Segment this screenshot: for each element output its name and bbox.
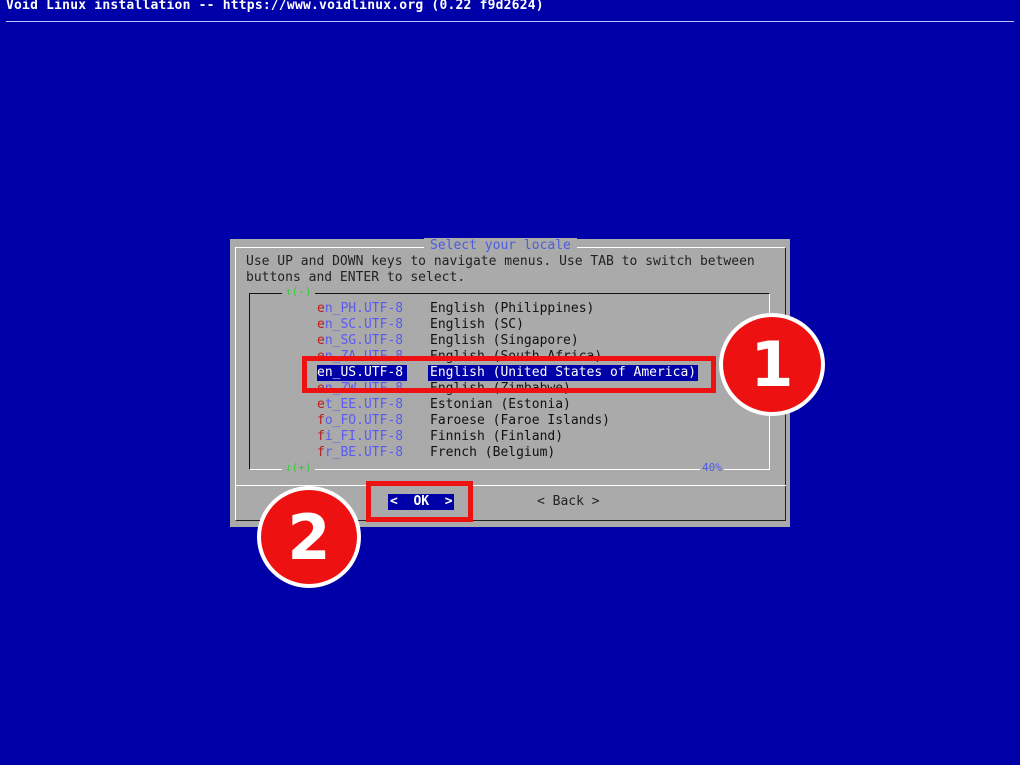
locale-hotkey: f bbox=[317, 429, 325, 444]
locale-description: English (SC) bbox=[430, 317, 524, 332]
annotation-badge-2: 2 bbox=[257, 486, 361, 588]
locale-hotkey: e bbox=[317, 397, 325, 412]
locale-code-rest: t_EE.UTF-8 bbox=[324, 397, 404, 412]
locale-item[interactable]: fo_FO.UTF-8 Faroese (Faroe Islands) bbox=[250, 413, 769, 429]
dialog-instructions: Use UP and DOWN keys to navigate menus. … bbox=[246, 254, 755, 285]
locale-item[interactable]: et_EE.UTF-8 Estonian (Estonia) bbox=[250, 397, 769, 413]
back-left-bracket: < bbox=[537, 494, 553, 509]
locale-description: English (Singapore) bbox=[430, 333, 579, 348]
locale-item[interactable]: en_SC.UTF-8 English (SC) bbox=[250, 317, 769, 333]
locale-description: Estonian (Estonia) bbox=[430, 397, 571, 412]
back-right-bracket: > bbox=[583, 494, 600, 509]
locale-hotkey: f bbox=[317, 413, 325, 428]
annotation-badge-1: 1 bbox=[719, 313, 825, 416]
locale-description: English (Philippines) bbox=[430, 301, 595, 316]
locale-code: fr_BE.UTF-8 bbox=[317, 445, 403, 461]
scroll-down-indicator: ↓(+) bbox=[282, 461, 315, 474]
locale-code: fi_FI.UTF-8 bbox=[317, 429, 403, 445]
locale-code: en_SC.UTF-8 bbox=[317, 317, 403, 333]
locale-item[interactable]: fi_FI.UTF-8 Finnish (Finland) bbox=[250, 429, 769, 445]
locale-description: Finnish (Finland) bbox=[430, 429, 564, 444]
locale-code: fo_FO.UTF-8 bbox=[317, 413, 403, 429]
title-divider bbox=[6, 21, 1014, 22]
locale-hotkey: e bbox=[317, 301, 325, 316]
locale-code-rest: i_FI.UTF-8 bbox=[324, 429, 404, 444]
locale-item[interactable]: en_PH.UTF-8 English (Philippines) bbox=[250, 301, 769, 317]
locale-hotkey: e bbox=[317, 317, 325, 332]
locale-description: Faroese (Faroe Islands) bbox=[430, 413, 611, 428]
window-title: Void Linux installation -- https://www.v… bbox=[6, 0, 544, 13]
back-button-label: Back bbox=[552, 494, 584, 509]
locale-hotkey: e bbox=[317, 333, 325, 348]
dialog-title: Select your locale bbox=[424, 238, 577, 253]
locale-code-rest: o_FO.UTF-8 bbox=[324, 413, 404, 428]
locale-item[interactable]: fr_BE.UTF-8 French (Belgium) bbox=[250, 445, 769, 461]
locale-description: French (Belgium) bbox=[430, 445, 556, 460]
locale-code: en_PH.UTF-8 bbox=[317, 301, 403, 317]
back-button[interactable]: < Back > bbox=[535, 494, 602, 510]
locale-code: en_SG.UTF-8 bbox=[317, 333, 403, 349]
highlight-selected-locale bbox=[302, 356, 716, 393]
locale-hotkey: f bbox=[317, 445, 325, 460]
locale-code-rest: n_SG.UTF-8 bbox=[324, 333, 404, 348]
locale-code: et_EE.UTF-8 bbox=[317, 397, 403, 413]
scroll-percent: 40% bbox=[700, 461, 724, 474]
scroll-up-indicator: ↑(-) bbox=[282, 285, 315, 298]
installer-screen: Void Linux installation -- https://www.v… bbox=[0, 0, 1020, 765]
locale-code-rest: r_BE.UTF-8 bbox=[324, 445, 404, 460]
highlight-ok-button bbox=[366, 481, 473, 522]
locale-code-rest: n_SC.UTF-8 bbox=[324, 317, 404, 332]
locale-code-rest: n_PH.UTF-8 bbox=[324, 301, 404, 316]
locale-item[interactable]: en_SG.UTF-8 English (Singapore) bbox=[250, 333, 769, 349]
